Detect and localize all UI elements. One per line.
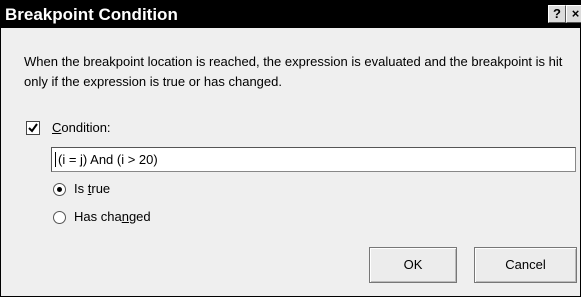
help-icon: ? <box>553 6 561 21</box>
condition-checkbox[interactable] <box>26 121 40 135</box>
close-button[interactable]: × <box>566 5 581 23</box>
has-changed-label-accesskey: n <box>121 209 129 224</box>
condition-label-text: ondition: <box>61 120 111 135</box>
checkmark-icon <box>28 123 38 133</box>
cancel-button[interactable]: Cancel <box>474 247 577 283</box>
condition-label-accesskey: C <box>52 120 62 135</box>
is-true-label-after: rue <box>91 181 111 196</box>
title-bar[interactable]: Breakpoint Condition ? × <box>1 1 581 28</box>
help-button[interactable]: ? <box>548 5 566 23</box>
condition-label[interactable]: Condition: <box>52 120 111 136</box>
has-changed-label[interactable]: Has changed <box>74 209 151 225</box>
has-changed-radio[interactable] <box>53 211 66 224</box>
description-text: When the breakpoint location is reached,… <box>24 54 563 89</box>
condition-input[interactable]: (i = j) And (i > 20) <box>51 147 576 172</box>
close-icon: × <box>571 6 580 21</box>
ok-button[interactable]: OK <box>369 247 457 283</box>
has-changed-label-before: Has cha <box>74 209 122 224</box>
dialog-title: Breakpoint Condition <box>5 5 178 24</box>
text-caret <box>55 152 56 167</box>
is-true-radio[interactable] <box>53 183 66 196</box>
breakpoint-condition-dialog: Breakpoint Condition ? × When the breakp… <box>0 0 581 297</box>
radio-dot-icon <box>57 187 62 192</box>
is-true-label-before: Is <box>74 181 88 196</box>
has-changed-label-after: ged <box>128 209 151 224</box>
condition-expression: (i = j) And (i > 20) <box>58 152 158 167</box>
is-true-label[interactable]: Is true <box>74 181 110 197</box>
